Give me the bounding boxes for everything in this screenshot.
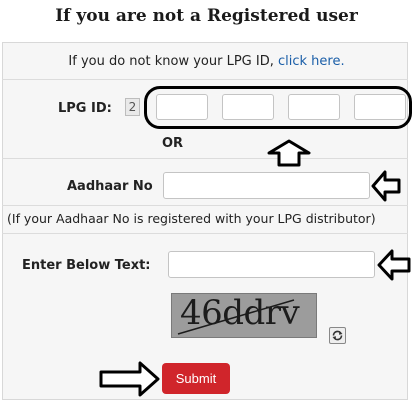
captcha-label: Enter Below Text: bbox=[22, 258, 151, 273]
page-title: If you are not a Registered user bbox=[55, 6, 358, 26]
refresh-icon[interactable] bbox=[329, 327, 346, 344]
aadhaar-input[interactable] bbox=[163, 172, 370, 199]
lpg-id-help: If you do not know your LPG ID, click he… bbox=[0, 54, 413, 69]
captcha-input[interactable] bbox=[168, 251, 375, 278]
aadhaar-label: Aadhaar No bbox=[67, 179, 153, 194]
divider bbox=[2, 205, 408, 206]
submit-button[interactable]: Submit bbox=[162, 363, 230, 394]
captcha-noise-line bbox=[177, 299, 295, 335]
captcha-image: 46ddrv bbox=[171, 293, 317, 338]
divider bbox=[2, 233, 408, 234]
lpg-id-label: LPG ID: bbox=[58, 101, 112, 116]
divider bbox=[2, 158, 408, 159]
or-separator: OR bbox=[162, 136, 184, 151]
click-here-link[interactable]: click here. bbox=[278, 54, 345, 69]
left-arrow-icon bbox=[377, 249, 411, 281]
lpg-id-prefix: 2 bbox=[125, 98, 140, 116]
divider bbox=[2, 79, 408, 80]
highlight-oval bbox=[144, 86, 412, 129]
right-arrow-icon bbox=[99, 361, 160, 397]
aadhaar-note: (If your Aadhaar No is registered with y… bbox=[7, 211, 376, 226]
left-arrow-icon bbox=[371, 170, 401, 202]
lpg-help-text: If you do not know your LPG ID, bbox=[68, 54, 274, 69]
up-arrow-icon bbox=[267, 139, 311, 167]
